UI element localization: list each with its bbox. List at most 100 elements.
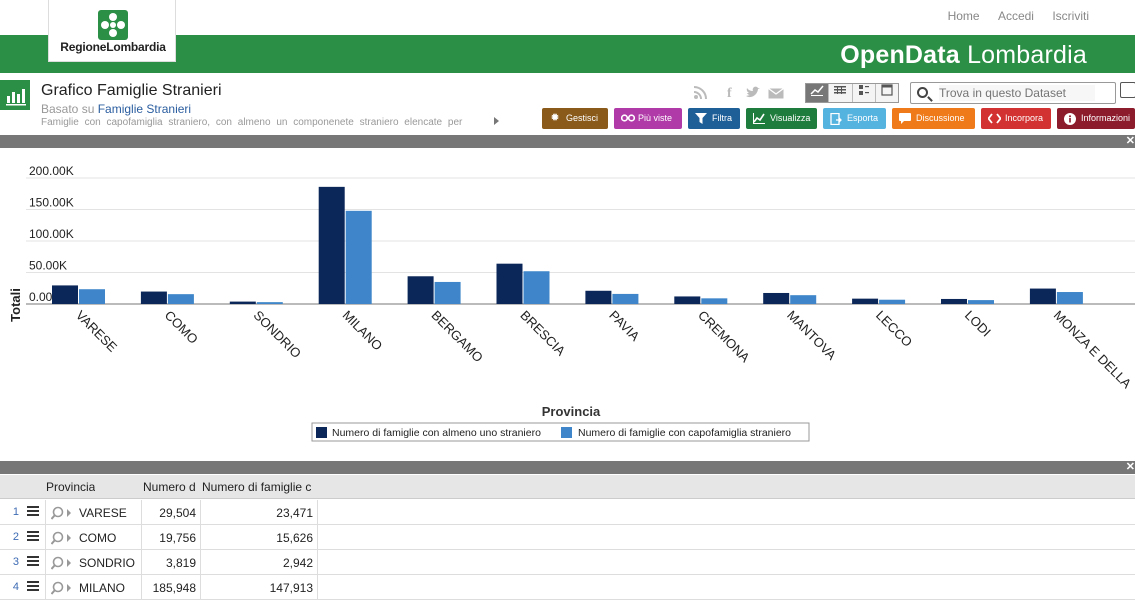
dataset-search-input[interactable] [939, 85, 1095, 101]
glasses-icon [620, 113, 636, 124]
x-tick-label: SONDRIO [251, 308, 305, 362]
bar-brescia-series-1[interactable] [496, 263, 523, 304]
home-link[interactable]: Home [948, 9, 980, 23]
filter-button[interactable]: Filtra [688, 108, 740, 129]
row-menu-icon[interactable] [27, 556, 39, 567]
bar-pavia-series-1[interactable] [585, 290, 612, 304]
x-tick-label: LECCO [873, 308, 915, 350]
cell-numero-capofamiglia: 2,942 [282, 556, 313, 570]
discussion-button[interactable]: Discussione [892, 108, 975, 129]
bar-varese-series-1[interactable] [52, 285, 78, 304]
bar-mantova-series-1[interactable] [763, 292, 790, 304]
register-link[interactable]: Iscriviti [1052, 9, 1089, 23]
bar-lodi-series-2[interactable] [968, 300, 994, 304]
cell-numero-famiglie-straniero: 19,756 [159, 531, 196, 545]
table-row[interactable]: 1 VARESE 29,504 23,471 [0, 500, 1135, 525]
bar-bergamo-series-1[interactable] [407, 276, 434, 304]
chart-icon [753, 113, 765, 124]
chart-view-tab[interactable] [806, 84, 830, 102]
bar-lodi-series-1[interactable] [941, 298, 967, 304]
parent-dataset-link[interactable]: Famiglie Stranieri [98, 102, 191, 116]
table-view-tab[interactable] [829, 84, 853, 102]
bar-monza-e-della-series-1[interactable] [1029, 288, 1056, 304]
x-tick-label: MANTOVA [784, 308, 839, 363]
expand-description-icon[interactable] [494, 117, 499, 125]
row-number[interactable]: 4 [0, 581, 19, 593]
row-menu-icon[interactable] [27, 531, 39, 542]
close-chart-icon[interactable]: ✕ [1126, 134, 1135, 147]
rosa-camuna-icon [98, 10, 128, 40]
bar-monza-e-della-series-2[interactable] [1056, 292, 1083, 304]
row-number[interactable]: 2 [0, 531, 19, 543]
row-inspect-icon[interactable] [50, 556, 71, 570]
email-icon[interactable] [768, 86, 784, 103]
bar-lecco-series-1[interactable] [852, 298, 879, 304]
embed-button[interactable]: Incorpora [981, 108, 1051, 129]
bar-lecco-series-2[interactable] [879, 299, 906, 304]
row-number[interactable]: 3 [0, 556, 19, 568]
filter-icon [695, 113, 707, 124]
bar-como-series-2[interactable] [167, 294, 194, 304]
export-button[interactable]: Esporta [823, 108, 886, 129]
bar-sondrio-series-2[interactable] [256, 302, 283, 304]
visualize-button[interactable]: Visualizza [746, 108, 817, 129]
dataset-chart-icon [0, 80, 30, 110]
bar-milano-series-1[interactable] [318, 186, 345, 304]
search-icon [917, 87, 928, 98]
bar-sondrio-series-1[interactable] [229, 301, 256, 304]
bar-brescia-series-2[interactable] [523, 271, 550, 304]
dataset-title: Grafico Famiglie Stranieri [41, 82, 222, 99]
cell-numero-capofamiglia: 147,913 [269, 581, 313, 595]
table-header: Provincia Numero d Numero di famiglie c [0, 475, 1135, 499]
info-button[interactable]: Informazioni [1057, 108, 1135, 129]
column-header-numero-capofamiglia[interactable]: Numero di famiglie c [202, 480, 317, 494]
row-menu-icon[interactable] [27, 581, 39, 592]
bar-pavia-series-2[interactable] [612, 293, 639, 304]
x-tick-label: BRESCIA [517, 308, 568, 359]
legend-label-series-1: Numero di famiglie con almeno uno strani… [332, 427, 541, 439]
facebook-icon[interactable]: f [727, 86, 732, 102]
table-row[interactable]: 4 MILANO 185,948 147,913 [0, 575, 1135, 600]
dataset-based-on: Basato su Famiglie Stranieri [41, 102, 192, 116]
legend-swatch-series-1 [316, 427, 327, 438]
dataset-description: Famiglie con capofamiglia straniero, con… [41, 117, 463, 128]
bar-cremona-series-2[interactable] [701, 298, 728, 304]
twitter-icon[interactable] [745, 86, 760, 103]
logo[interactable]: RegioneLombardia [48, 0, 176, 62]
x-tick-label: MONZA E DELLA [1051, 308, 1135, 392]
close-table-icon[interactable]: ✕ [1126, 460, 1135, 473]
row-inspect-icon[interactable] [50, 531, 71, 545]
most-viewed-button[interactable]: Più viste [614, 108, 682, 129]
bar-mantova-series-2[interactable] [790, 295, 817, 304]
column-header-provincia[interactable]: Provincia [46, 480, 95, 494]
brand-title[interactable]: OpenData Lombardia [840, 41, 1087, 70]
row-inspect-icon[interactable] [50, 581, 71, 595]
row-view-tab[interactable] [852, 84, 876, 102]
manage-button[interactable]: ✹ Gestisci [542, 108, 608, 129]
x-axis-label: Provincia [542, 404, 601, 419]
column-header-numero-famiglie-straniero[interactable]: Numero d [143, 480, 200, 494]
bar-milano-series-2[interactable] [345, 210, 372, 304]
y-tick-label: 0.00 [29, 290, 53, 304]
bar-bergamo-series-2[interactable] [434, 281, 461, 304]
table-row[interactable]: 3 SONDRIO 3,819 2,942 [0, 550, 1135, 575]
cell-numero-famiglie-straniero: 185,948 [152, 581, 196, 595]
x-tick-label: BERGAMO [428, 308, 486, 366]
view-switcher [805, 83, 899, 103]
row-inspect-icon[interactable] [50, 506, 71, 520]
comment-icon [899, 113, 911, 124]
y-tick-label: 150.00K [29, 196, 74, 210]
login-link[interactable]: Accedi [998, 9, 1034, 23]
bar-varese-series-2[interactable] [79, 289, 105, 304]
rss-icon[interactable] [693, 86, 707, 103]
page-view-tab[interactable] [875, 84, 898, 102]
x-tick-label: PAVIA [606, 308, 643, 345]
fullscreen-icon[interactable] [1120, 82, 1135, 98]
bar-cremona-series-1[interactable] [674, 296, 701, 304]
cell-numero-capofamiglia: 23,471 [276, 506, 313, 520]
code-icon [987, 113, 1002, 124]
row-number[interactable]: 1 [0, 506, 19, 518]
row-menu-icon[interactable] [27, 506, 39, 517]
bar-como-series-1[interactable] [140, 291, 167, 304]
table-row[interactable]: 2 COMO 19,756 15,626 [0, 525, 1135, 550]
